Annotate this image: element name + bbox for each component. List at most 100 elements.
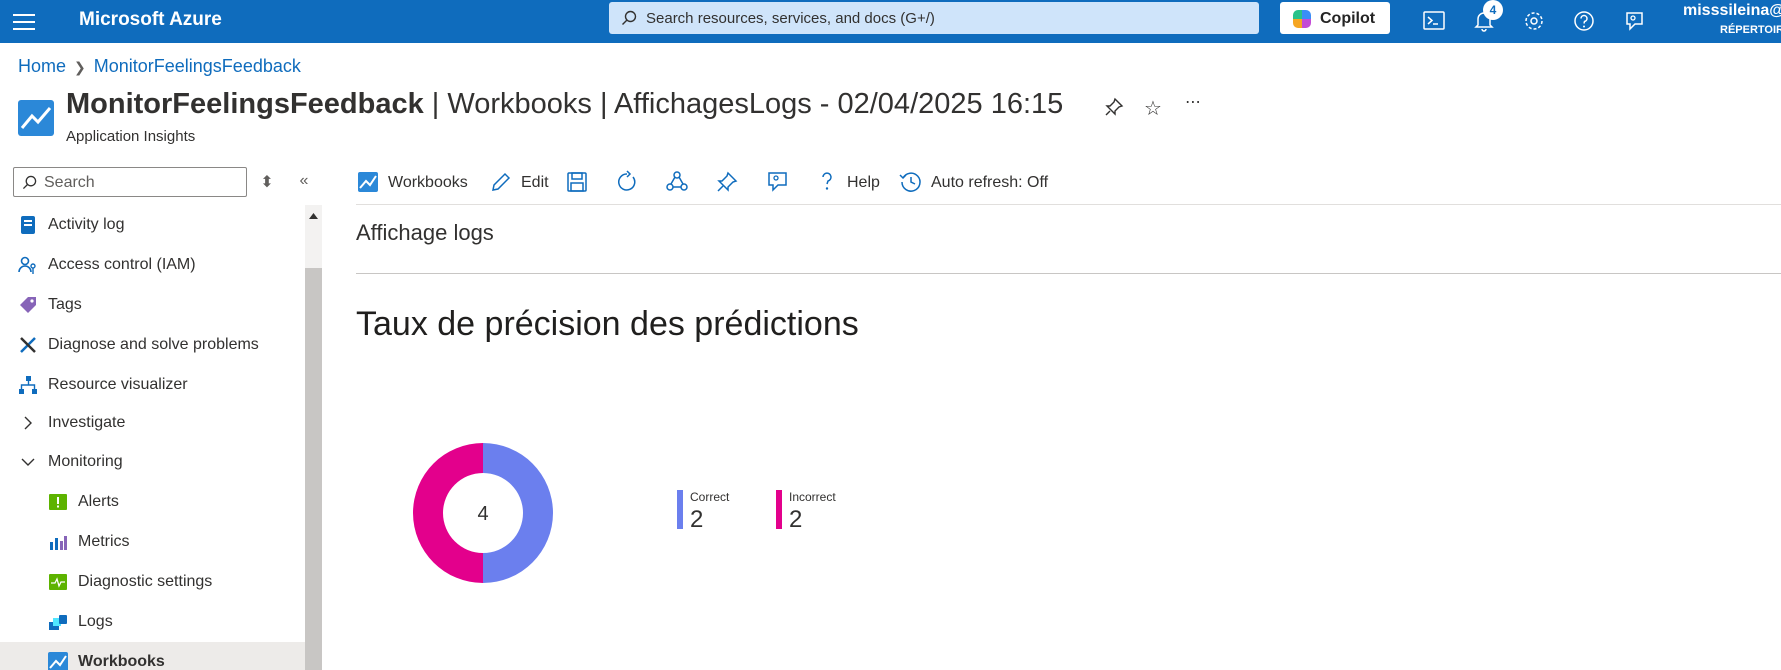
global-search-input[interactable]: Search resources, services, and docs (G+… (609, 2, 1259, 34)
legend-color-bar (776, 490, 782, 529)
feedback-button[interactable] (765, 165, 791, 199)
nav-item-label: Resource visualizer (48, 376, 188, 393)
nav-item-investigate[interactable]: Investigate (0, 403, 305, 443)
nav-search-input[interactable]: Search (13, 167, 247, 197)
resource-name: MonitorFeelingsFeedback (66, 88, 424, 120)
expand-collapse-icon[interactable]: ⬍ (257, 172, 277, 192)
pin-icon (717, 171, 738, 192)
nav-item-access-control[interactable]: Access control (IAM) (0, 245, 305, 285)
workbook-resource-icon (18, 100, 54, 136)
workbooks-button[interactable]: Workbooks (356, 165, 474, 199)
donut-chart: 4 (413, 443, 553, 583)
metrics-icon (50, 536, 67, 550)
legend-value: 2 (789, 506, 803, 533)
chevron-right-icon (24, 416, 32, 430)
nav-list: Activity log Access control (IAM) Tags D… (0, 205, 305, 670)
donut-center-total: 4 (477, 503, 488, 525)
nav-item-resource-visualizer[interactable]: Resource visualizer (0, 365, 305, 405)
chevron-down-icon (21, 458, 35, 466)
feedback-icon (768, 172, 787, 192)
nav-item-metrics[interactable]: Metrics (0, 522, 305, 562)
nav-item-label: Alerts (78, 493, 119, 510)
legend-label: Incorrect (789, 490, 836, 504)
nav-item-alerts[interactable]: Alerts (0, 482, 305, 522)
cloud-shell-icon[interactable] (1418, 6, 1450, 36)
help-button[interactable]: Help (815, 165, 880, 199)
save-button[interactable] (565, 165, 591, 199)
workbook-toolbar: Workbooks Edit Help Auto refresh: Off (356, 165, 1781, 199)
breadcrumb: Home ❯ MonitorFeelingsFeedback (18, 56, 301, 77)
workbooks-label: Workbooks (388, 174, 468, 191)
nav-item-diagnostic-settings[interactable]: Diagnostic settings (0, 562, 305, 602)
nav-item-activity-log[interactable]: Activity log (0, 205, 305, 245)
nav-item-label: Diagnostic settings (78, 573, 213, 590)
breadcrumb-home[interactable]: Home (18, 56, 66, 76)
copilot-icon (1293, 10, 1311, 28)
nav-item-label: Metrics (78, 533, 130, 550)
donut-slice-correct[interactable] (483, 443, 553, 583)
donut-slice-incorrect[interactable] (413, 443, 483, 583)
workbooks-icon (358, 172, 378, 192)
copilot-button[interactable]: Copilot (1280, 2, 1390, 34)
nav-item-monitoring[interactable]: Monitoring (0, 442, 305, 482)
search-icon (622, 10, 637, 25)
chevron-right-icon: ❯ (74, 59, 86, 75)
breadcrumb-resource[interactable]: MonitorFeelingsFeedback (94, 56, 301, 76)
nav-item-label: Investigate (48, 414, 126, 431)
nav-item-diagnose[interactable]: Diagnose and solve problems (0, 325, 305, 365)
help-label: Help (847, 174, 880, 191)
toolbar-divider (356, 204, 1781, 205)
copilot-label: Copilot (1320, 10, 1376, 27)
legend-value: 2 (690, 506, 704, 533)
pin-icon[interactable] (1101, 96, 1127, 120)
nav-item-logs[interactable]: Logs (0, 602, 305, 642)
diagnostic-settings-icon (49, 574, 67, 590)
hamburger-menu-icon[interactable] (13, 11, 35, 31)
hierarchy-icon (19, 376, 37, 394)
more-options-icon[interactable]: ⋯ (1180, 92, 1206, 116)
chart-title: Taux de précision des prédictions (356, 305, 859, 343)
pin-button[interactable] (715, 165, 741, 199)
nav-item-tags[interactable]: Tags (0, 285, 305, 325)
tag-icon (20, 297, 36, 313)
feedback-icon[interactable] (1618, 6, 1650, 36)
nav-scrollbar-thumb[interactable] (305, 268, 322, 670)
nav-item-label: Activity log (48, 216, 125, 233)
nav-item-workbooks[interactable]: Workbooks (0, 642, 305, 670)
legend-label: Correct (690, 490, 730, 504)
workbooks-icon (48, 652, 68, 670)
nav-item-label: Monitoring (48, 453, 123, 470)
nav-item-label: Diagnose and solve problems (48, 336, 259, 353)
clock-history-icon (899, 172, 921, 192)
share-icon (666, 171, 688, 191)
edit-pencil-icon (492, 172, 511, 191)
collapse-nav-icon[interactable]: « (294, 172, 314, 192)
edit-button[interactable]: Edit (489, 165, 551, 199)
nav-search-placeholder: Search (44, 174, 95, 191)
nav-item-label: Workbooks (78, 653, 165, 670)
account-name[interactable]: misssileina@ (1683, 2, 1781, 20)
top-bar: Microsoft Azure Search resources, servic… (0, 0, 1781, 43)
auto-refresh-button[interactable]: Auto refresh: Off (899, 165, 1064, 199)
help-icon[interactable] (1568, 6, 1600, 36)
logs-icon (49, 615, 67, 630)
share-button[interactable] (665, 165, 691, 199)
activity-log-icon (21, 216, 35, 234)
brand-title[interactable]: Microsoft Azure (79, 9, 222, 31)
settings-gear-icon[interactable] (1518, 6, 1550, 36)
refresh-button[interactable] (615, 165, 641, 199)
page-subtitle: Application Insights (66, 128, 196, 145)
edit-label: Edit (521, 174, 549, 191)
access-control-icon (18, 256, 36, 274)
auto-refresh-label: Auto refresh: Off (931, 174, 1049, 191)
alert-icon (49, 494, 67, 510)
notifications-badge: 4 (1483, 0, 1503, 20)
favorite-star-icon[interactable]: ☆ (1140, 96, 1166, 120)
nav-item-label: Tags (48, 296, 82, 313)
section-title: Affichage logs (356, 220, 494, 245)
nav-item-label: Logs (78, 613, 113, 630)
search-placeholder: Search resources, services, and docs (G+… (646, 10, 935, 27)
scroll-up-arrow-icon[interactable] (305, 205, 322, 227)
section-divider (356, 273, 1781, 274)
question-mark-icon (822, 172, 832, 190)
